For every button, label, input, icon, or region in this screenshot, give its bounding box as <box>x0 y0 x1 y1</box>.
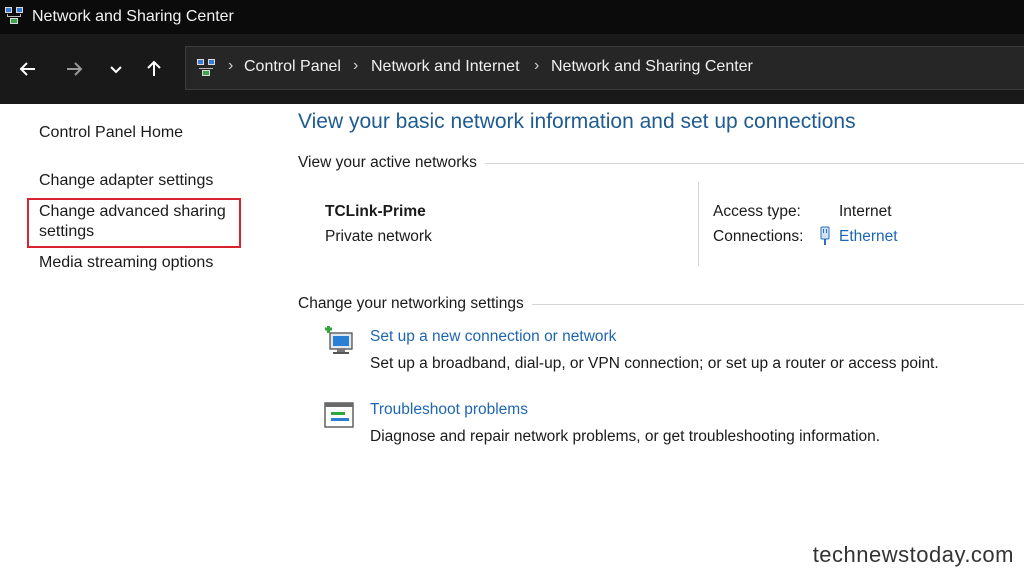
setup-connection-link[interactable]: Set up a new connection or network <box>370 328 616 346</box>
network-center-icon <box>197 59 215 76</box>
highlight-box <box>27 198 241 248</box>
forward-button[interactable] <box>61 56 87 82</box>
title-bar: Network and Sharing Center <box>0 0 1024 34</box>
watermark: technewstoday.com <box>812 542 1014 567</box>
address-bar[interactable]: › Control Panel › Network and Internet ›… <box>185 46 1024 90</box>
change-settings-label: Change your networking settings <box>298 295 532 313</box>
troubleshoot-description: Diagnose and repair network problems, or… <box>370 428 881 445</box>
control-panel-home-link[interactable]: Control Panel Home <box>39 124 183 142</box>
network-center-icon <box>5 7 23 24</box>
network-name: TCLink-Prime <box>325 203 426 220</box>
new-connection-icon <box>325 326 353 354</box>
page-heading: View your basic network information and … <box>298 110 856 133</box>
access-type-label: Access type: <box>713 203 801 220</box>
active-networks-label: View your active networks <box>298 154 485 172</box>
troubleshoot-icon <box>324 402 354 428</box>
vertical-divider <box>698 182 699 266</box>
back-button[interactable] <box>15 56 41 82</box>
ethernet-link[interactable]: Ethernet <box>839 228 898 246</box>
breadcrumb-network-and-internet[interactable]: Network and Internet <box>371 58 520 76</box>
chevron-down-icon <box>110 66 122 74</box>
breadcrumb-control-panel[interactable]: Control Panel <box>244 58 341 76</box>
breadcrumb-network-and-sharing-center[interactable]: Network and Sharing Center <box>551 58 753 76</box>
breadcrumb-separator: › <box>353 57 359 74</box>
window-title: Network and Sharing Center <box>32 8 234 25</box>
network-type: Private network <box>325 228 432 245</box>
setup-connection-description: Set up a broadband, dial-up, or VPN conn… <box>370 355 939 372</box>
connections-label: Connections: <box>713 228 804 245</box>
troubleshoot-problems-link[interactable]: Troubleshoot problems <box>370 401 528 419</box>
media-streaming-options-link[interactable]: Media streaming options <box>39 254 213 272</box>
breadcrumb-separator: › <box>534 57 540 74</box>
breadcrumb-separator: › <box>228 57 234 74</box>
back-arrow-icon <box>19 62 35 76</box>
navigation-bar: › Control Panel › Network and Internet ›… <box>0 34 1024 104</box>
access-type-value: Internet <box>839 203 892 220</box>
recent-locations-button[interactable] <box>103 56 129 82</box>
up-button[interactable] <box>141 56 167 82</box>
ethernet-icon <box>820 226 830 245</box>
change-adapter-settings-link[interactable]: Change adapter settings <box>39 172 213 190</box>
up-arrow-icon <box>147 60 161 76</box>
forward-arrow-icon <box>67 62 83 76</box>
